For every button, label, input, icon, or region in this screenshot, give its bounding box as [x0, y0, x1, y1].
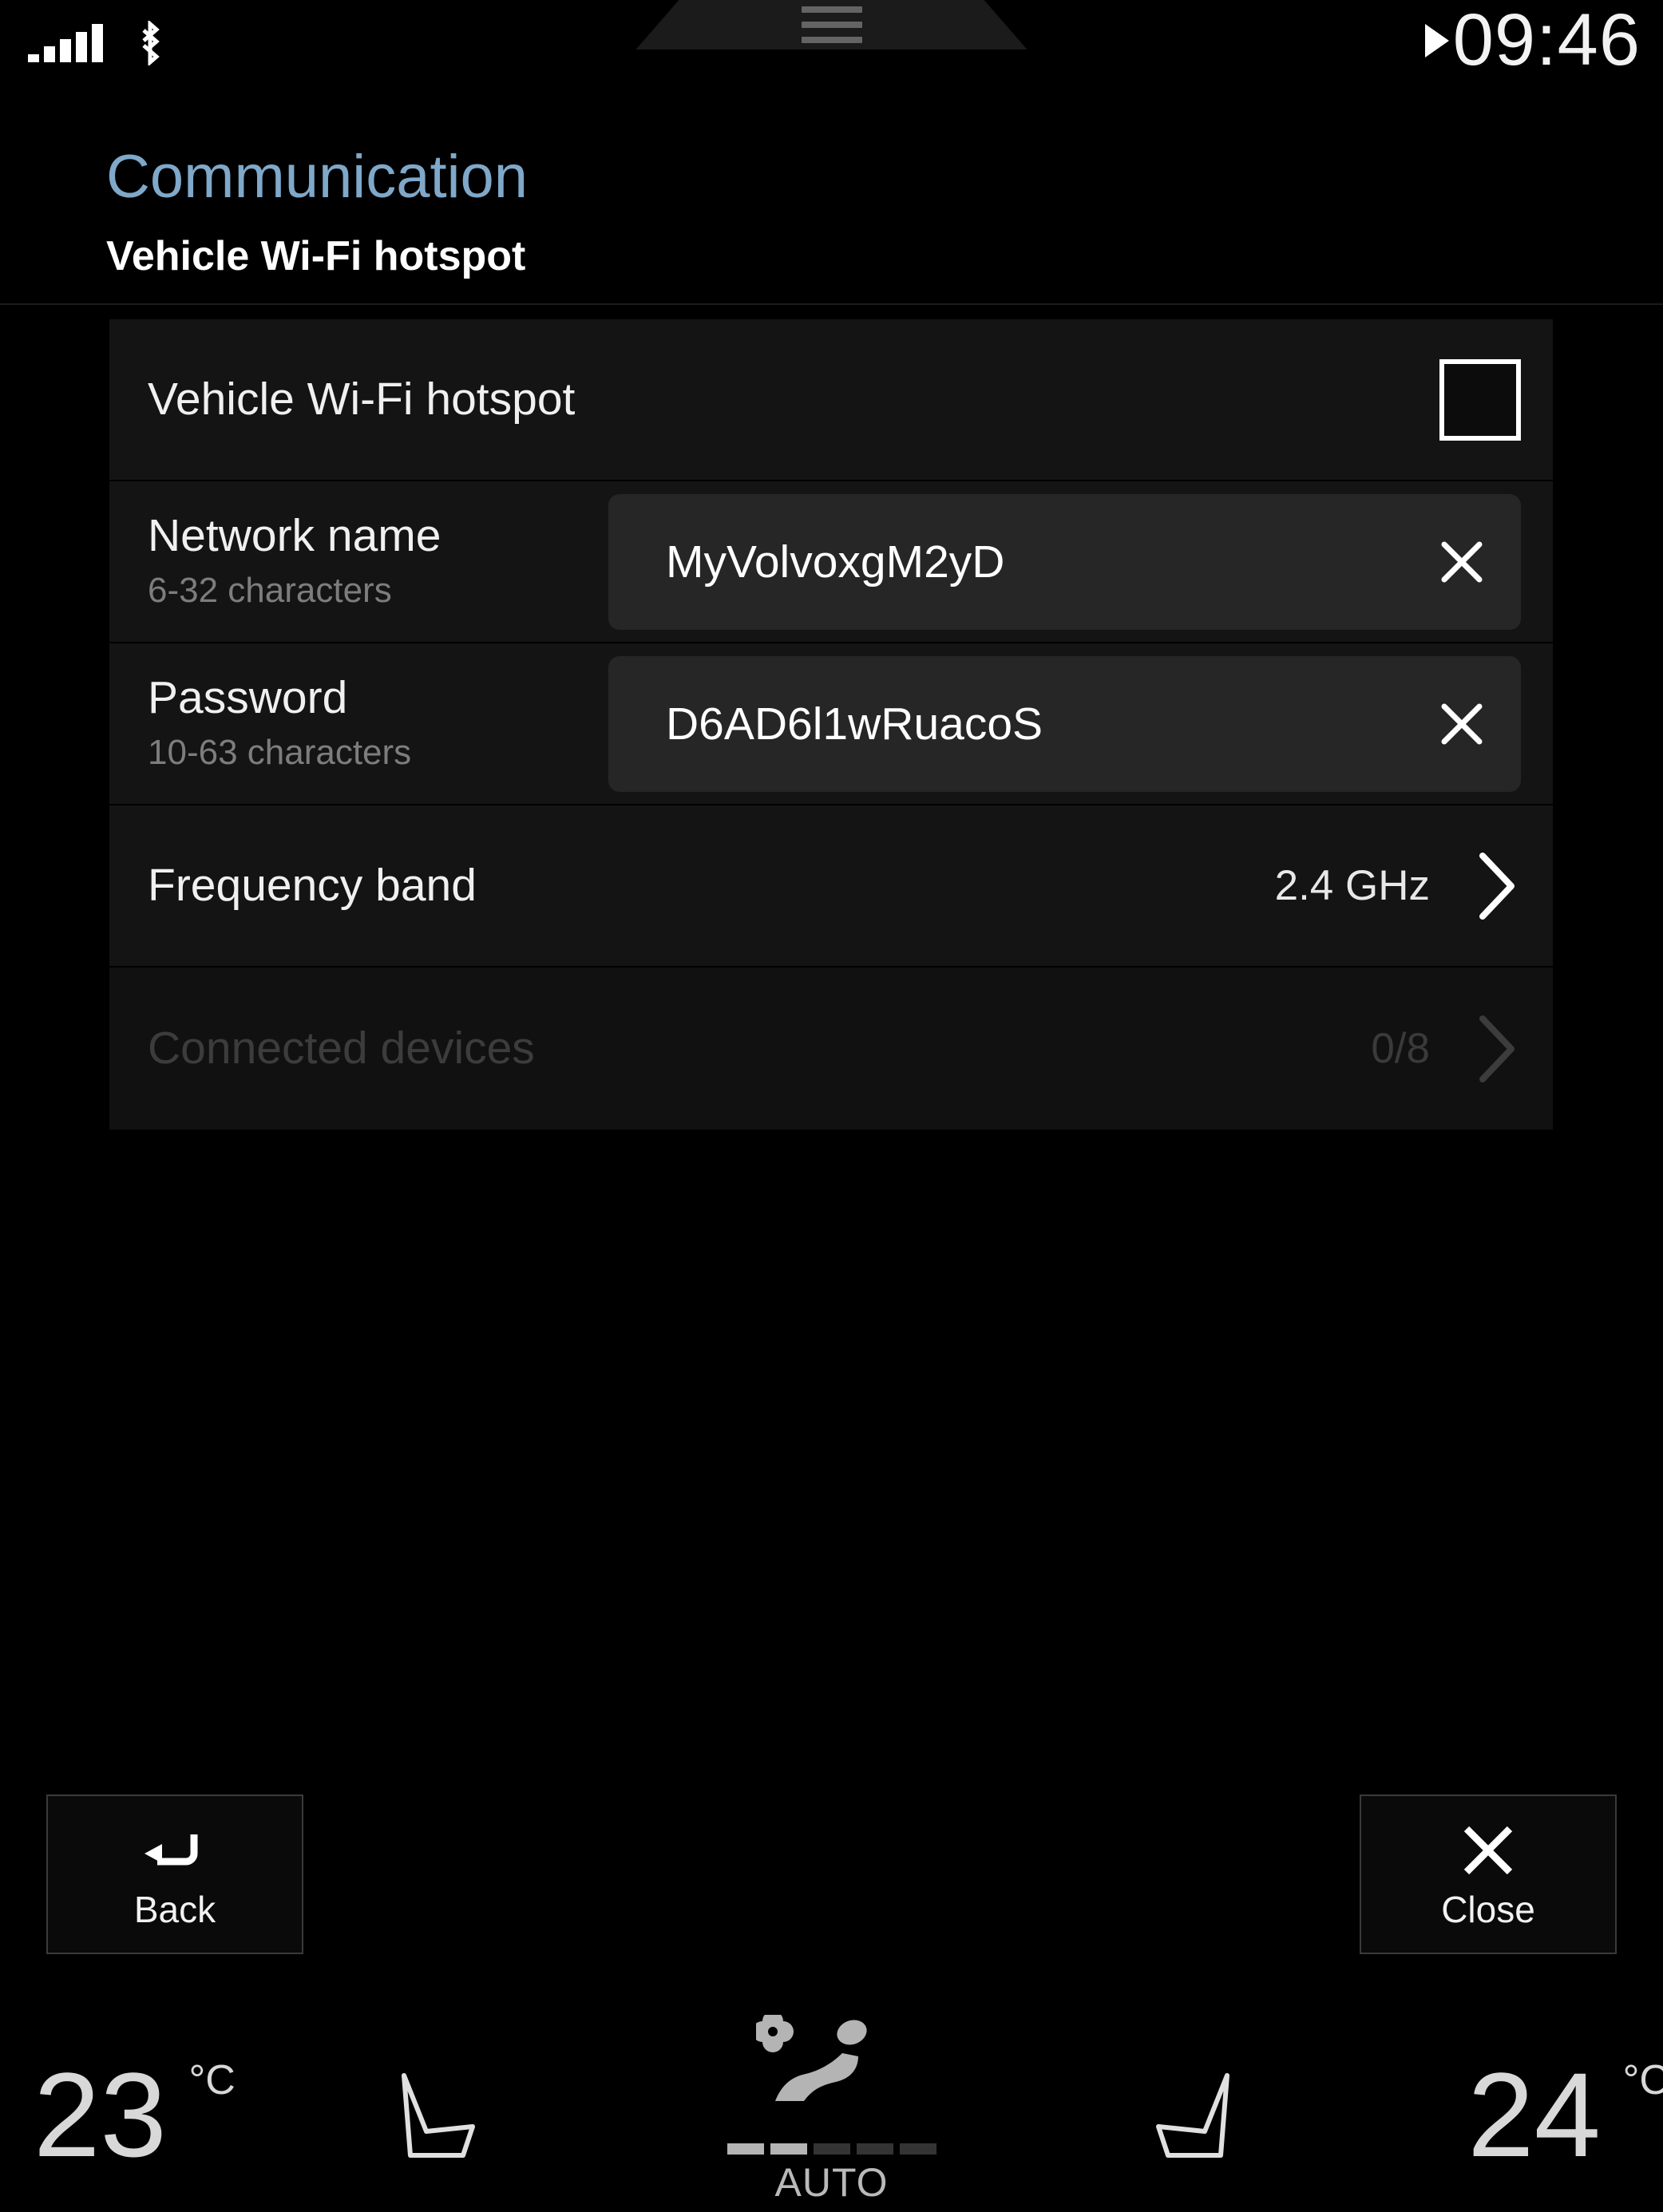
row-label-block: Password 10-63 characters [148, 672, 599, 773]
auto-climate-button[interactable]: AUTO [727, 2011, 936, 2205]
drag-handle-icon[interactable] [636, 0, 1027, 49]
close-x-icon [1459, 1821, 1518, 1880]
passenger-temperature-unit: °C [1622, 2057, 1663, 2103]
seat-icon[interactable] [1144, 2069, 1248, 2169]
row-network-name[interactable]: Network name 6-32 characters MyVolvoxgM2… [109, 481, 1553, 643]
climate-bar: 23 °C AUTO 24 °C [0, 1996, 1663, 2212]
chevron-right-icon [1473, 1012, 1521, 1086]
row-hint: 10-63 characters [148, 733, 412, 773]
seat-icon[interactable] [383, 2069, 487, 2169]
frequency-band-value: 2.4 GHz [1274, 862, 1430, 909]
status-bar: 09:46 [0, 0, 1663, 89]
auto-label: AUTO [774, 2160, 889, 2205]
bluetooth-icon [134, 19, 166, 67]
row-label-block: Network name 6-32 characters [148, 510, 599, 611]
passenger-temperature[interactable]: 24 °C [1467, 2055, 1663, 2174]
page-header: Communication Vehicle Wi-Fi hotspot [0, 89, 1663, 305]
row-frequency-band[interactable]: Frequency band 2.4 GHz [109, 805, 1553, 968]
infotainment-screen: 09:46 Communication Vehicle Wi-Fi hotspo… [0, 0, 1663, 2212]
row-label-block: Vehicle Wi-Fi hotspot [148, 373, 599, 425]
row-label: Network name [148, 510, 441, 562]
settings-panel: Vehicle Wi-Fi hotspot Network name 6-32 … [109, 319, 1553, 1130]
row-password[interactable]: Password 10-63 characters D6AD6l1wRuacoS [109, 643, 1553, 805]
back-arrow-icon [138, 1821, 212, 1880]
play-icon[interactable] [1425, 24, 1449, 57]
row-vehicle-wifi-hotspot[interactable]: Vehicle Wi-Fi hotspot [109, 319, 1553, 481]
row-label: Vehicle Wi-Fi hotspot [148, 373, 576, 425]
password-value: D6AD6l1wRuacoS [666, 698, 1043, 750]
driver-temperature-unit: °C [188, 2057, 236, 2103]
seat-airflow-icon [751, 2011, 908, 2139]
passenger-temperature-value: 24 [1467, 2048, 1601, 2182]
back-button-label: Back [133, 1889, 216, 1930]
row-label-block: Frequency band [148, 859, 599, 911]
close-button-label: Close [1441, 1889, 1535, 1930]
row-label-block: Connected devices [148, 1022, 599, 1074]
breadcrumb[interactable]: Communication [106, 147, 528, 208]
close-x-icon[interactable] [1439, 702, 1484, 746]
row-label: Connected devices [148, 1022, 535, 1074]
row-label: Frequency band [148, 859, 477, 911]
connected-devices-value: 0/8 [1371, 1025, 1430, 1072]
password-input[interactable]: D6AD6l1wRuacoS [608, 655, 1521, 792]
checkbox-unchecked-icon[interactable] [1439, 358, 1521, 441]
network-name-input[interactable]: MyVolvoxgM2yD [608, 493, 1521, 630]
network-name-value: MyVolvoxgM2yD [666, 536, 1005, 588]
driver-temperature-value: 23 [34, 2048, 167, 2182]
close-button[interactable]: Close [1360, 1795, 1617, 1954]
close-x-icon[interactable] [1439, 540, 1484, 584]
back-button[interactable]: Back [46, 1795, 303, 1954]
page-title: Vehicle Wi-Fi hotspot [106, 233, 526, 279]
row-connected-devices: Connected devices 0/8 [109, 968, 1553, 1130]
driver-temperature[interactable]: 23 °C [34, 2055, 236, 2174]
chevron-right-icon[interactable] [1473, 849, 1521, 923]
row-hint: 6-32 characters [148, 571, 392, 611]
row-label: Password [148, 672, 348, 724]
clock: 09:46 [1452, 0, 1641, 81]
cellular-signal-icon [28, 24, 103, 62]
fan-speed-indicator[interactable] [727, 2143, 936, 2155]
